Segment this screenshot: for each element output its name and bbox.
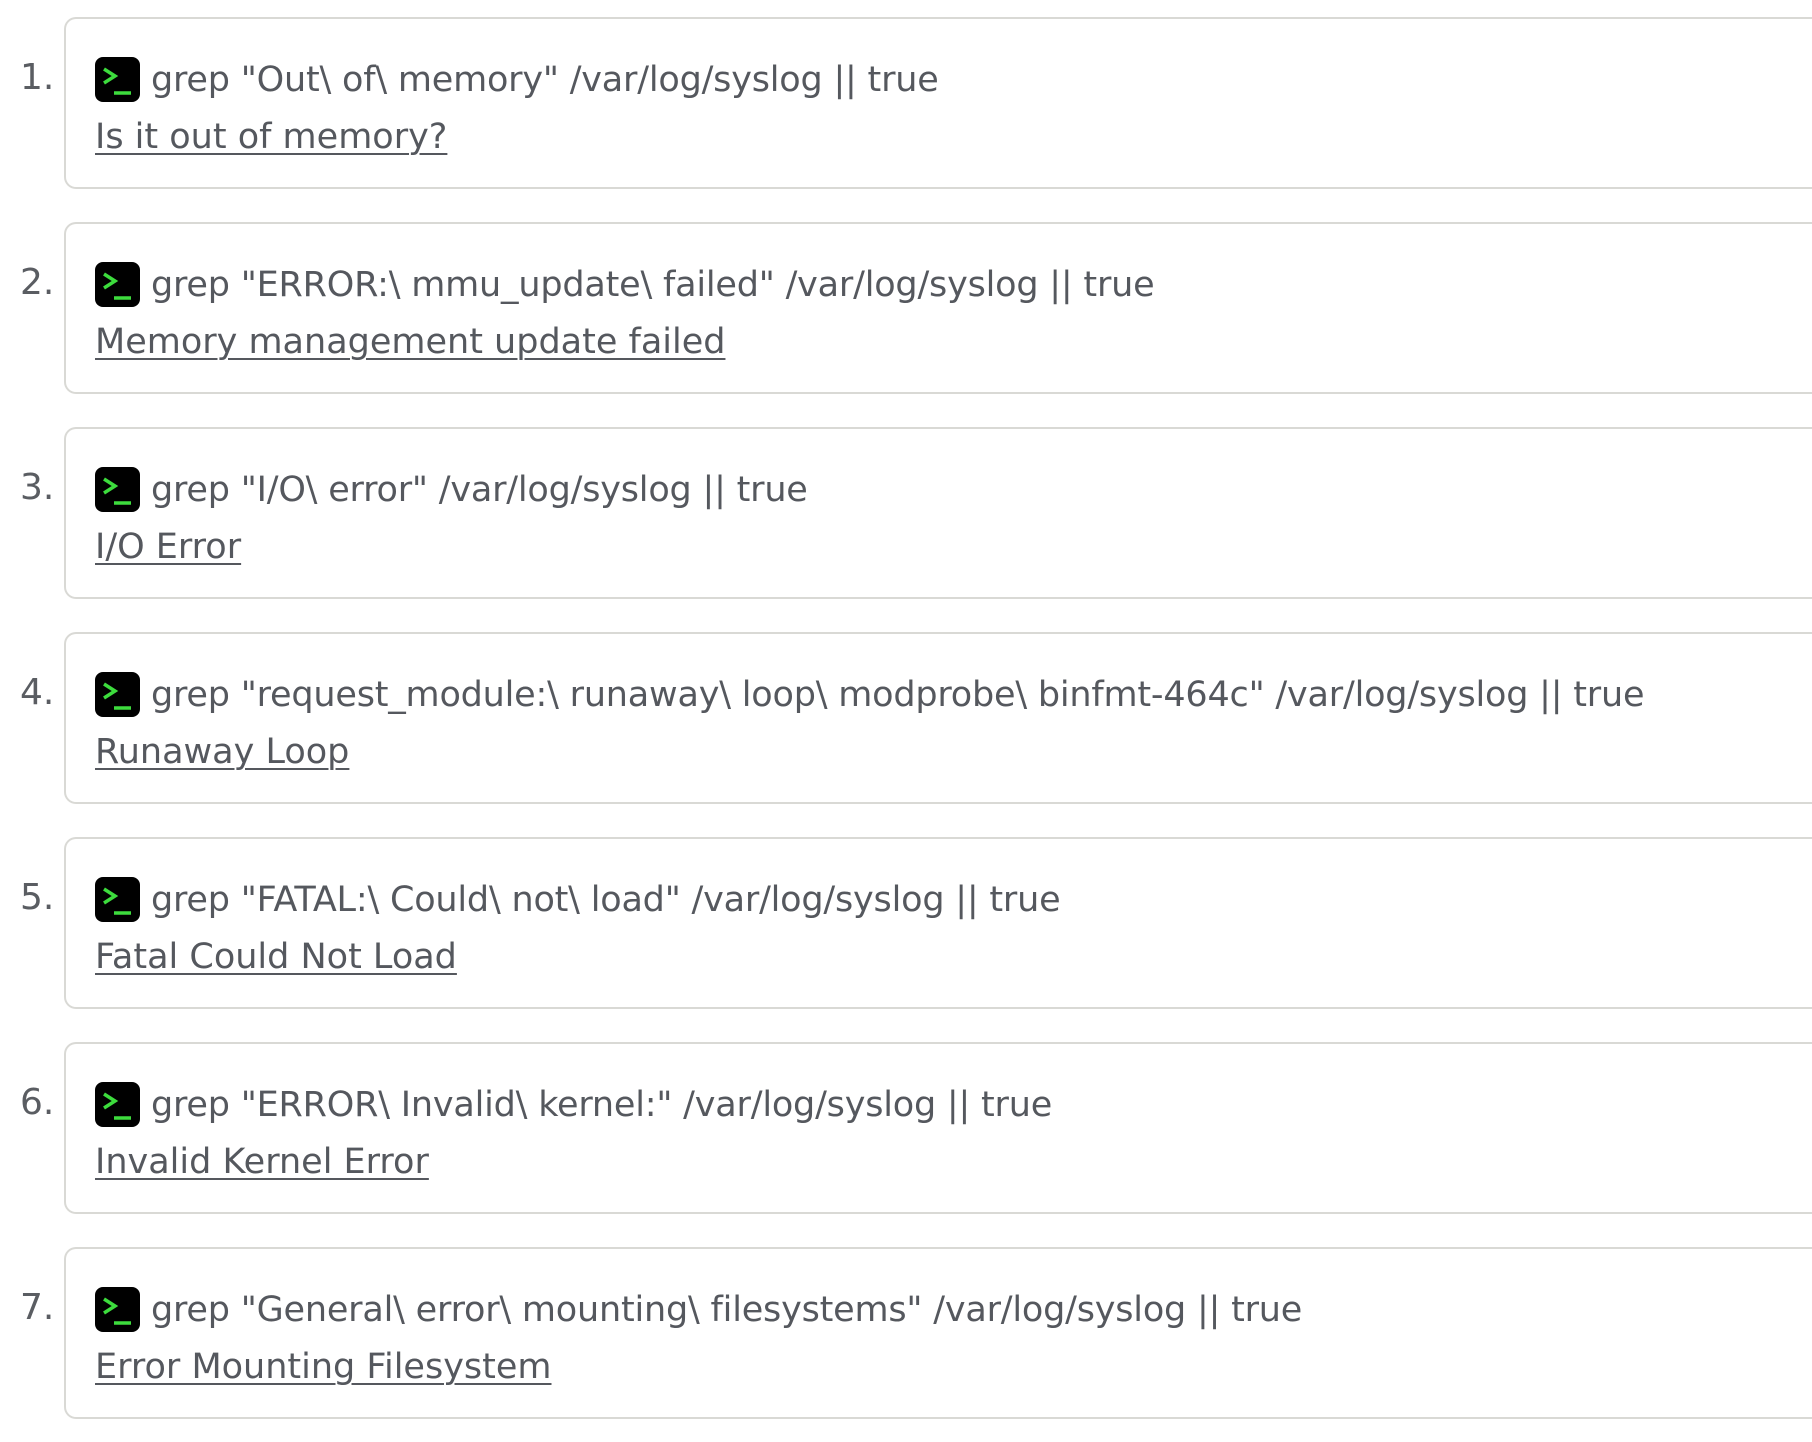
command-row: grep "ERROR\ Invalid\ kernel:" /var/log/… <box>95 1082 1052 1127</box>
command-text: grep "FATAL:\ Could\ not\ load" /var/log… <box>151 879 1061 920</box>
item-number: 7. <box>20 1287 55 1328</box>
issue-link[interactable]: Invalid Kernel Error <box>95 1142 429 1182</box>
command-text: grep "I/O\ error" /var/log/syslog || tru… <box>151 469 808 510</box>
list-item: 6. grep "ERROR\ Invalid\ kernel:" /var/l… <box>0 1042 1812 1216</box>
terminal-icon <box>95 467 140 512</box>
list-item: 3. grep "I/O\ error" /var/log/syslog || … <box>0 427 1812 601</box>
command-row: grep "request_module:\ runaway\ loop\ mo… <box>95 672 1645 717</box>
command-row: grep "Out\ of\ memory" /var/log/syslog |… <box>95 57 939 102</box>
command-card: grep "Out\ of\ memory" /var/log/syslog |… <box>64 17 1812 189</box>
terminal-icon <box>95 672 140 717</box>
command-text: grep "Out\ of\ memory" /var/log/syslog |… <box>151 59 939 100</box>
command-row: grep "FATAL:\ Could\ not\ load" /var/log… <box>95 877 1061 922</box>
issue-link[interactable]: Fatal Could Not Load <box>95 937 457 977</box>
terminal-icon <box>95 877 140 922</box>
command-row: grep "ERROR:\ mmu_update\ failed" /var/l… <box>95 262 1155 307</box>
item-number: 6. <box>20 1082 55 1123</box>
issue-link[interactable]: Error Mounting Filesystem <box>95 1347 552 1387</box>
item-number: 4. <box>20 672 55 713</box>
command-text: grep "request_module:\ runaway\ loop\ mo… <box>151 674 1645 715</box>
terminal-icon <box>95 57 140 102</box>
command-card: grep "ERROR\ Invalid\ kernel:" /var/log/… <box>64 1042 1812 1214</box>
command-row: grep "I/O\ error" /var/log/syslog || tru… <box>95 467 808 512</box>
issue-link[interactable]: Memory management update failed <box>95 322 725 362</box>
command-text: grep "ERROR:\ mmu_update\ failed" /var/l… <box>151 264 1155 305</box>
command-text: grep "ERROR\ Invalid\ kernel:" /var/log/… <box>151 1084 1053 1125</box>
command-card: grep "General\ error\ mounting\ filesyst… <box>64 1247 1812 1419</box>
list-item: 1. grep "Out\ of\ memory" /var/log/syslo… <box>0 17 1812 191</box>
command-card: grep "I/O\ error" /var/log/syslog || tru… <box>64 427 1812 599</box>
terminal-icon <box>95 262 140 307</box>
command-card: grep "ERROR:\ mmu_update\ failed" /var/l… <box>64 222 1812 394</box>
command-row: grep "General\ error\ mounting\ filesyst… <box>95 1287 1302 1332</box>
issue-link[interactable]: Runaway Loop <box>95 732 349 772</box>
list-item: 2. grep "ERROR:\ mmu_update\ failed" /va… <box>0 222 1812 396</box>
item-number: 2. <box>20 262 55 303</box>
item-number: 3. <box>20 467 55 508</box>
list-item: 7. grep "General\ error\ mounting\ files… <box>0 1247 1812 1421</box>
item-number: 1. <box>20 57 55 98</box>
command-card: grep "FATAL:\ Could\ not\ load" /var/log… <box>64 837 1812 1009</box>
issue-link[interactable]: I/O Error <box>95 527 241 567</box>
command-text: grep "General\ error\ mounting\ filesyst… <box>151 1289 1303 1330</box>
command-card: grep "request_module:\ runaway\ loop\ mo… <box>64 632 1812 804</box>
list-item: 5. grep "FATAL:\ Could\ not\ load" /var/… <box>0 837 1812 1011</box>
item-number: 5. <box>20 877 55 918</box>
list-item: 4. grep "request_module:\ runaway\ loop\… <box>0 632 1812 806</box>
issue-link[interactable]: Is it out of memory? <box>95 117 447 157</box>
terminal-icon <box>95 1287 140 1332</box>
terminal-icon <box>95 1082 140 1127</box>
